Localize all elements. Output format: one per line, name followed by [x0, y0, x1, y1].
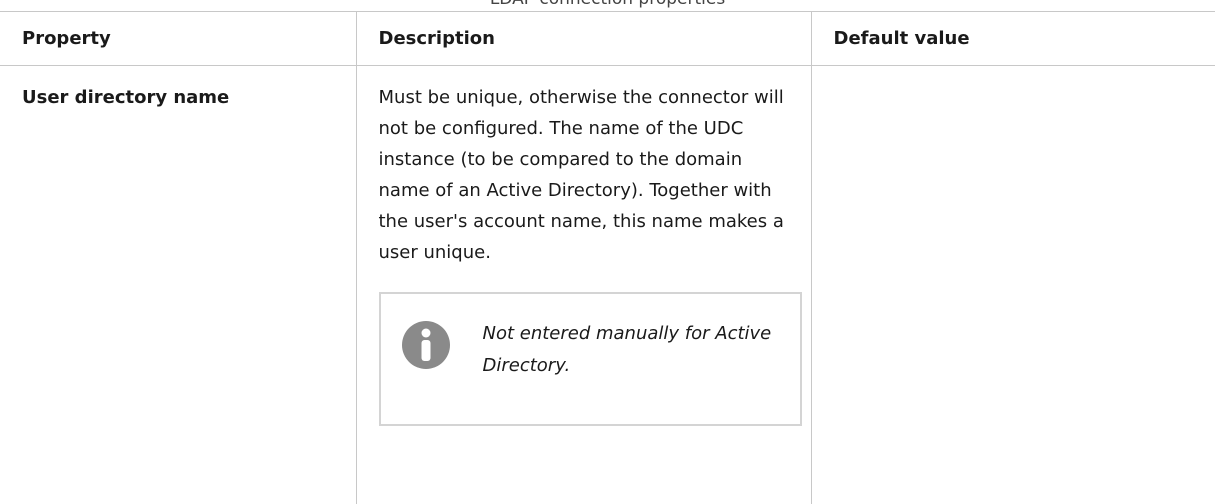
description-text: Must be unique, otherwise the connector …: [378, 87, 784, 263]
table-caption: LDAP connection properties: [0, 0, 1215, 9]
properties-table: Property Description Default value User …: [0, 11, 1215, 504]
table-header-row: Property Description Default value: [0, 11, 1215, 66]
column-header-default-value: Default value: [811, 11, 1215, 66]
column-header-description: Description: [356, 11, 812, 66]
property-cell: User directory name: [0, 65, 357, 504]
note-text: Not entered manually for Active Director…: [482, 323, 772, 376]
column-header-property: Property: [0, 11, 357, 66]
default-value-cell: [811, 66, 1215, 504]
description-cell: Must be unique, otherwise the connector …: [356, 65, 812, 504]
table-row: User directory name Must be unique, othe…: [0, 65, 1215, 504]
info-icon: [401, 321, 450, 369]
note-box: Not entered manually for Active Director…: [378, 292, 802, 426]
